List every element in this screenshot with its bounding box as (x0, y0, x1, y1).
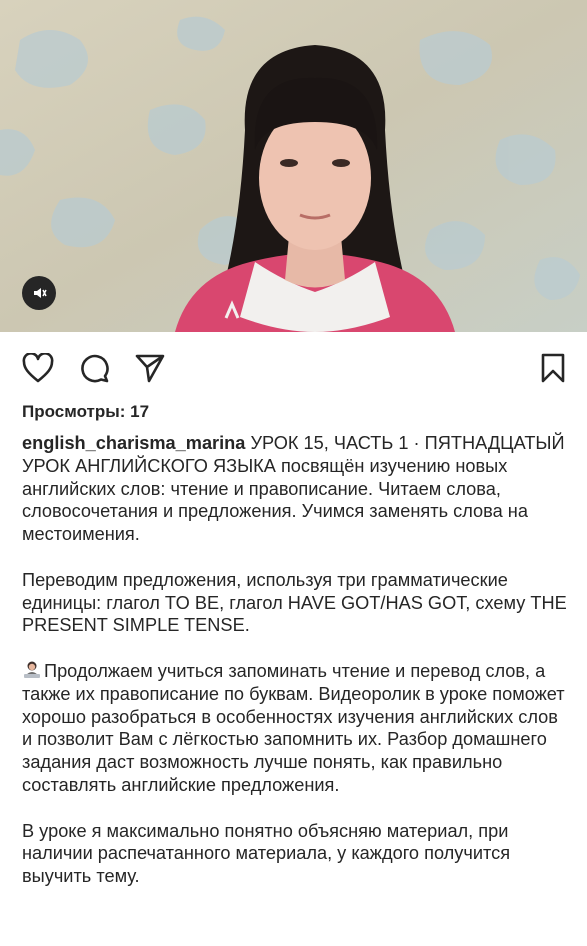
caption-paragraph-4: В уроке я максимально понятно объясняю м… (22, 820, 511, 887)
caption-text: Продолжаем учиться запоминать чтение и п… (22, 660, 565, 795)
share-button[interactable] (132, 350, 168, 386)
person-at-laptop-emoji (24, 661, 40, 678)
caption-paragraph-1: english_charisma_marina УРОК 15, ЧАСТЬ 1… (22, 432, 570, 546)
send-icon (135, 354, 165, 383)
views-count: Просмотры: 17 (22, 402, 150, 421)
heart-icon (22, 353, 54, 383)
post-caption: english_charisma_marina УРОК 15, ЧАСТЬ 1… (22, 432, 570, 911)
sound-icon (34, 288, 47, 298)
username-link[interactable]: english_charisma_marina (22, 433, 245, 453)
save-button[interactable] (535, 350, 571, 386)
post-media[interactable] (0, 0, 587, 332)
comment-button[interactable] (76, 350, 112, 386)
comment-icon (81, 354, 109, 383)
caption-paragraph-2: Переводим предложения, используя три гра… (22, 569, 567, 636)
bookmark-icon (541, 353, 565, 383)
sound-button[interactable] (22, 276, 56, 310)
video-frame (0, 0, 587, 332)
caption-paragraph-3: Продолжаем учиться запоминать чтение и п… (22, 660, 570, 797)
like-button[interactable] (20, 350, 56, 386)
post-action-bar (0, 332, 587, 408)
